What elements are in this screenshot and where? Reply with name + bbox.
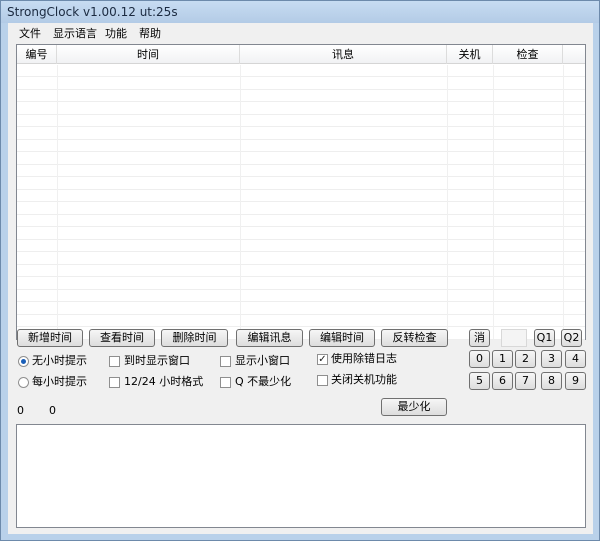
column-header-check[interactable]: 检查 [493,45,563,64]
empty-row-line [17,165,585,177]
menu-bar: 文件 显示语言 功能 帮助 [8,23,593,42]
empty-row-line [17,290,585,302]
digit-8-button[interactable]: 8 [541,372,562,390]
menu-file[interactable]: 文件 [18,26,42,41]
column-header-message[interactable]: 讯息 [240,45,447,64]
column-header-time[interactable]: 时间 [57,45,240,64]
digit-5-button[interactable]: 5 [469,372,490,390]
use-debug-log-label: 使用除错日志 [331,352,397,365]
empty-row-line [17,90,585,102]
cancel-button[interactable]: 消 [469,329,490,347]
every-hour-label: 每小时提示 [32,375,87,388]
schedule-list[interactable]: 编号 时间 讯息 关机 检查 [16,44,586,340]
no-hourly-label: 无小时提示 [32,354,87,367]
window-title: StrongClock v1.00.12 ut:25s [7,5,178,19]
empty-row-line [17,78,585,90]
client-area: 文件 显示语言 功能 帮助 编号 时间 讯息 关机 检查 新增时间 查看时间 删… [8,23,593,534]
empty-row-line [17,153,585,165]
digit-6-button[interactable]: 6 [492,372,513,390]
empty-row-line [17,253,585,265]
counter-left: 0 [17,404,24,417]
empty-row-line [17,65,585,77]
minimize-button[interactable]: 最少化 [381,398,447,416]
list-header: 编号 时间 讯息 关机 检查 [17,45,585,64]
invert-check-button[interactable]: 反转检查 [381,329,448,347]
disable-shutdown-checkbox[interactable] [317,375,328,386]
title-bar[interactable]: StrongClock v1.00.12 ut:25s [1,1,599,23]
digit-7-button[interactable]: 7 [515,372,536,390]
menu-function[interactable]: 功能 [104,26,128,41]
menu-display-language[interactable]: 显示语言 [52,26,98,41]
empty-row-line [17,228,585,240]
menu-help[interactable]: 帮助 [138,26,162,41]
app-window: StrongClock v1.00.12 ut:25s 文件 显示语言 功能 帮… [0,0,600,541]
log-textarea[interactable] [16,424,586,528]
use-debug-log-checkbox[interactable]: ✓ [317,354,328,365]
digit-2-button[interactable]: 2 [515,350,536,368]
digit-1-button[interactable]: 1 [492,350,513,368]
format-12-24-checkbox[interactable] [109,377,120,388]
delete-time-button[interactable]: 删除时间 [161,329,228,347]
empty-row-line [17,315,585,327]
column-divider [240,65,241,339]
show-window-on-time-label: 到时显示窗口 [124,354,190,367]
q1-button[interactable]: Q1 [534,329,555,347]
format-12-24-label: 12/24 小时格式 [124,375,204,388]
column-header-filler [563,45,585,64]
empty-row-line [17,140,585,152]
empty-row-line [17,240,585,252]
empty-row-line [17,178,585,190]
view-time-button[interactable]: 查看时间 [89,329,155,347]
show-small-window-label: 显示小窗口 [235,354,290,367]
no-hourly-radio[interactable] [18,356,29,367]
edit-message-button[interactable]: 编辑讯息 [236,329,303,347]
q-no-minimize-label: Q 不最少化 [235,375,292,388]
column-header-id[interactable]: 编号 [17,45,57,64]
list-body [17,65,585,340]
empty-row-line [17,265,585,277]
column-divider [447,65,448,339]
digit-display [501,329,527,347]
empty-row-line [17,215,585,227]
digit-3-button[interactable]: 3 [541,350,562,368]
empty-row-line [17,103,585,115]
every-hour-radio[interactable] [18,377,29,388]
empty-row-line [17,203,585,215]
edit-time-button[interactable]: 编辑时间 [309,329,375,347]
show-window-on-time-checkbox[interactable] [109,356,120,367]
show-small-window-checkbox[interactable] [220,356,231,367]
empty-row-line [17,278,585,290]
q2-button[interactable]: Q2 [561,329,582,347]
empty-row-line [17,128,585,140]
empty-row-line [17,190,585,202]
column-divider [563,65,564,339]
disable-shutdown-label: 关闭关机功能 [331,373,397,386]
column-divider [57,65,58,339]
column-header-shutdown[interactable]: 关机 [447,45,493,64]
empty-row-line [17,303,585,315]
digit-0-button[interactable]: 0 [469,350,490,368]
digit-9-button[interactable]: 9 [565,372,586,390]
q-no-minimize-checkbox[interactable] [220,377,231,388]
counter-right: 0 [49,404,56,417]
add-time-button[interactable]: 新增时间 [17,329,83,347]
column-divider [493,65,494,339]
empty-row-line [17,115,585,127]
digit-4-button[interactable]: 4 [565,350,586,368]
